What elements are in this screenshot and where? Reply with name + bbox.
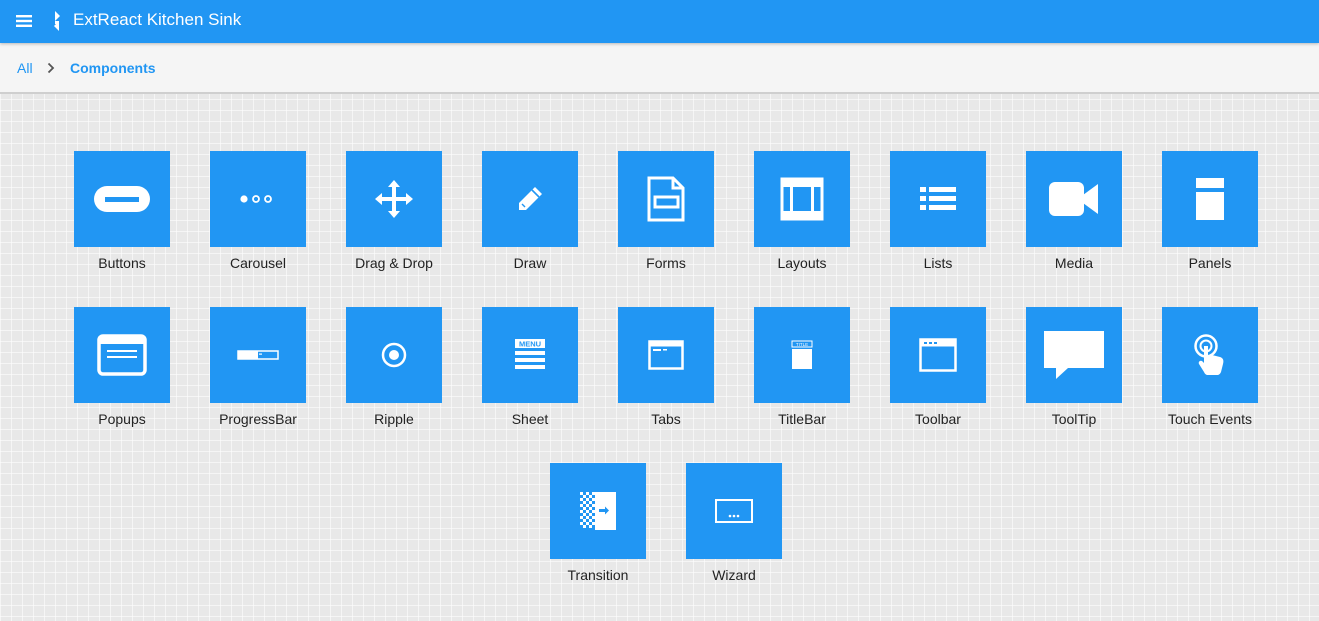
tabs-icon [648, 340, 684, 370]
panel-icon [1196, 178, 1224, 220]
tile-icon-box: TITLE [754, 307, 850, 403]
tile-transition[interactable]: Transition [550, 463, 646, 585]
toolbar-icon [919, 338, 957, 372]
tile-icon-box [1162, 151, 1258, 247]
progressbar-icon [237, 350, 279, 360]
tile-touch-events[interactable]: Touch Events [1162, 307, 1258, 429]
tile-forms[interactable]: Forms [618, 151, 714, 273]
tile-label: Transition [567, 567, 629, 583]
tile-progressbar[interactable]: ProgressBar [210, 307, 306, 429]
tile-label: Ripple [374, 411, 414, 427]
tile-ripple[interactable]: Ripple [346, 307, 442, 429]
tile-icon-box [1162, 307, 1258, 403]
menu-icon [16, 15, 32, 27]
tile-icon-box [346, 151, 442, 247]
tile-label: Tabs [651, 411, 681, 427]
tile-label: ProgressBar [219, 411, 297, 427]
sheet-menu-icon: MENU [515, 339, 545, 369]
breadcrumb: All Components [0, 43, 1319, 94]
breadcrumb-item-all[interactable]: All [17, 59, 33, 77]
chevron-right-icon [47, 62, 55, 74]
tile-buttons[interactable]: Buttons [74, 151, 170, 273]
tile-carousel[interactable]: Carousel [210, 151, 306, 273]
sencha-logo-icon[interactable] [49, 10, 65, 32]
tile-label: Touch Events [1167, 411, 1253, 427]
tile-icon-box: MENU [482, 307, 578, 403]
tile-sheet[interactable]: MENU Sheet [482, 307, 578, 429]
tile-label: Carousel [229, 255, 287, 271]
menu-button[interactable] [12, 11, 36, 31]
tile-icon-box [346, 307, 442, 403]
pencil-icon [519, 187, 542, 210]
tooltip-icon [1044, 331, 1104, 379]
tile-label: ToolTip [1051, 411, 1097, 427]
tile-icon-box [1026, 151, 1122, 247]
tile-lists[interactable]: Lists [890, 151, 986, 273]
tile-titlebar[interactable]: TITLE TitleBar [754, 307, 850, 429]
app-header: ExtReact Kitchen Sink [0, 0, 1319, 43]
tile-icon-box [890, 307, 986, 403]
tile-tabs[interactable]: Tabs [618, 307, 714, 429]
transition-icon [580, 492, 616, 530]
tile-label: Panels [1188, 255, 1232, 271]
tile-label: Wizard [712, 567, 756, 583]
tile-label: Lists [923, 255, 953, 271]
form-icon [647, 176, 685, 222]
tile-draw[interactable]: Draw [482, 151, 578, 273]
layout-icon [780, 177, 824, 221]
titlebar-icon: TITLE [791, 340, 813, 369]
tile-label: Drag & Drop [355, 255, 433, 271]
tile-panels[interactable]: Panels [1162, 151, 1258, 273]
tile-icon-box [210, 151, 306, 247]
tile-label: Layouts [777, 255, 827, 271]
carousel-icon [240, 195, 272, 203]
tile-icon-box [754, 151, 850, 247]
tile-layouts[interactable]: Layouts [754, 151, 850, 273]
tile-icon-box [74, 151, 170, 247]
tile-icon-box [1026, 307, 1122, 403]
wizard-icon [715, 499, 753, 523]
tile-icon-box [890, 151, 986, 247]
tile-label: Sheet [511, 411, 549, 427]
tile-wizard[interactable]: Wizard [686, 463, 782, 585]
tile-drag-drop[interactable]: Drag & Drop [346, 151, 442, 273]
tile-label: TitleBar [778, 411, 826, 427]
popup-icon [97, 334, 147, 376]
button-icon [94, 186, 150, 212]
tile-icon-box [550, 463, 646, 559]
svg-text:TITLE: TITLE [796, 342, 808, 347]
video-camera-icon [1049, 182, 1098, 216]
app-title: ExtReact Kitchen Sink [73, 10, 242, 29]
list-icon [920, 187, 956, 210]
breadcrumb-item-components[interactable]: Components [70, 59, 156, 77]
tile-label: Draw [513, 255, 547, 271]
ripple-icon [381, 342, 407, 368]
tile-label: Forms [646, 255, 686, 271]
tile-tooltip[interactable]: ToolTip [1026, 307, 1122, 429]
tile-label: Popups [98, 411, 146, 427]
tile-label: Media [1054, 255, 1094, 271]
tile-popups[interactable]: Popups [74, 307, 170, 429]
tile-icon-box [482, 151, 578, 247]
drag-drop-icon [375, 180, 413, 218]
tile-icon-box [686, 463, 782, 559]
tile-label: Toolbar [915, 411, 961, 427]
tile-label: Buttons [98, 255, 146, 271]
tile-icon-box [74, 307, 170, 403]
tile-toolbar[interactable]: Toolbar [890, 307, 986, 429]
tile-icon-box [210, 307, 306, 403]
tile-icon-box [618, 307, 714, 403]
svg-text:MENU: MENU [519, 340, 541, 349]
touch-icon [1194, 334, 1224, 375]
tile-icon-box [618, 151, 714, 247]
tile-media[interactable]: Media [1026, 151, 1122, 273]
